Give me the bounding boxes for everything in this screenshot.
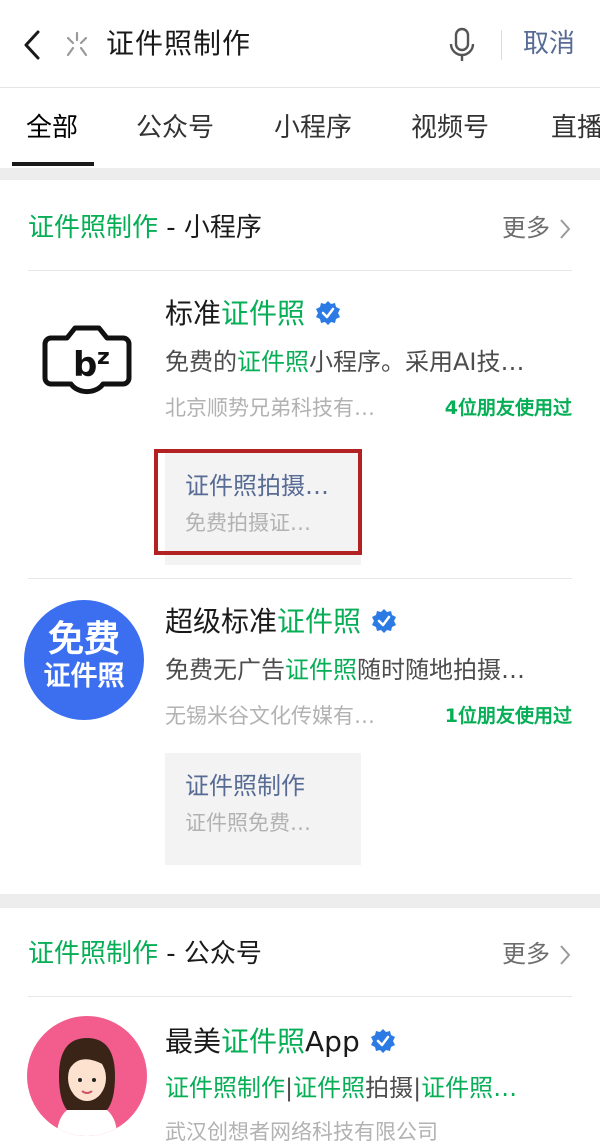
back-arrow-icon[interactable] xyxy=(18,28,48,62)
more-link[interactable]: 更多 xyxy=(502,934,550,974)
sub-page-desc: 证件照免费… xyxy=(185,811,311,835)
svg-text:z: z xyxy=(97,345,110,370)
official-account-name[interactable]: 最美证件照App xyxy=(165,1022,396,1062)
verified-badge-icon xyxy=(316,301,341,325)
verified-badge-icon xyxy=(372,609,397,633)
camera-logo-icon: b z xyxy=(27,294,147,414)
divider xyxy=(501,30,502,60)
section-title: 证件照制作 - 小程序 xyxy=(28,213,262,243)
owner-name: 武汉创想者网络科技有限公司 xyxy=(165,1120,438,1141)
chevron-right-icon[interactable] xyxy=(558,218,572,240)
microphone-icon[interactable] xyxy=(448,26,476,64)
search-tabs: 全部 公众号 小程序 视频号 直播 xyxy=(0,88,600,168)
official-account-description: 证件照制作|证件照拍摄|证件照… xyxy=(165,1074,518,1102)
tab-mini-programs[interactable]: 小程序 xyxy=(274,108,352,148)
divider xyxy=(28,270,572,271)
mini-program-section: 证件照制作 - 小程序 更多 b z 标准证件照 免费的证件照小程序。采用AI技… xyxy=(0,180,600,894)
divider xyxy=(28,996,572,997)
section-title: 证件照制作 - 公众号 xyxy=(28,939,262,969)
mini-program-description: 免费的证件照小程序。采用AI技… xyxy=(165,348,525,376)
sub-page-title: 证件照制作 xyxy=(185,772,305,800)
tab-live[interactable]: 直播 xyxy=(551,108,600,148)
mini-program-description: 免费无广告证件照随时随地拍摄… xyxy=(165,656,525,684)
tab-channels[interactable]: 视频号 xyxy=(411,108,489,148)
search-bar: 证件照制作 取消 xyxy=(0,0,600,88)
friends-used-count: 1位朋友使用过 xyxy=(444,705,572,727)
friends-used-count: 4位朋友使用过 xyxy=(444,397,572,419)
free-id-photo-logo-icon: 免费 证件照 xyxy=(24,600,144,720)
official-account-section: 证件照制作 - 公众号 更多 最美证件照App 证件照制作|证件照拍摄|证件照…… xyxy=(0,908,600,1141)
svg-text:b: b xyxy=(73,345,97,385)
owner-name: 无锡米谷文化传媒有… xyxy=(165,704,375,728)
active-tab-indicator xyxy=(12,162,94,166)
sub-page-card[interactable]: 证件照制作 证件照免费… xyxy=(165,753,361,865)
mini-program-name[interactable]: 超级标准证件照 xyxy=(165,602,397,642)
highlight-box xyxy=(154,449,362,555)
mini-program-name[interactable]: 标准证件照 xyxy=(165,294,341,334)
divider xyxy=(28,578,572,579)
avatar xyxy=(27,1016,147,1136)
owner-name: 北京顺势兄弟科技有… xyxy=(165,396,375,420)
more-link[interactable]: 更多 xyxy=(502,208,550,248)
search-type-icon xyxy=(66,31,88,57)
verified-badge-icon xyxy=(370,1029,395,1053)
tab-all[interactable]: 全部 xyxy=(26,108,78,148)
search-input[interactable]: 证件照制作 xyxy=(106,22,251,66)
tab-official-accounts[interactable]: 公众号 xyxy=(136,108,214,148)
top-header: 证件照制作 取消 全部 公众号 小程序 视频号 直播 xyxy=(0,0,600,168)
chevron-right-icon[interactable] xyxy=(558,944,572,966)
cancel-button[interactable]: 取消 xyxy=(523,22,575,66)
